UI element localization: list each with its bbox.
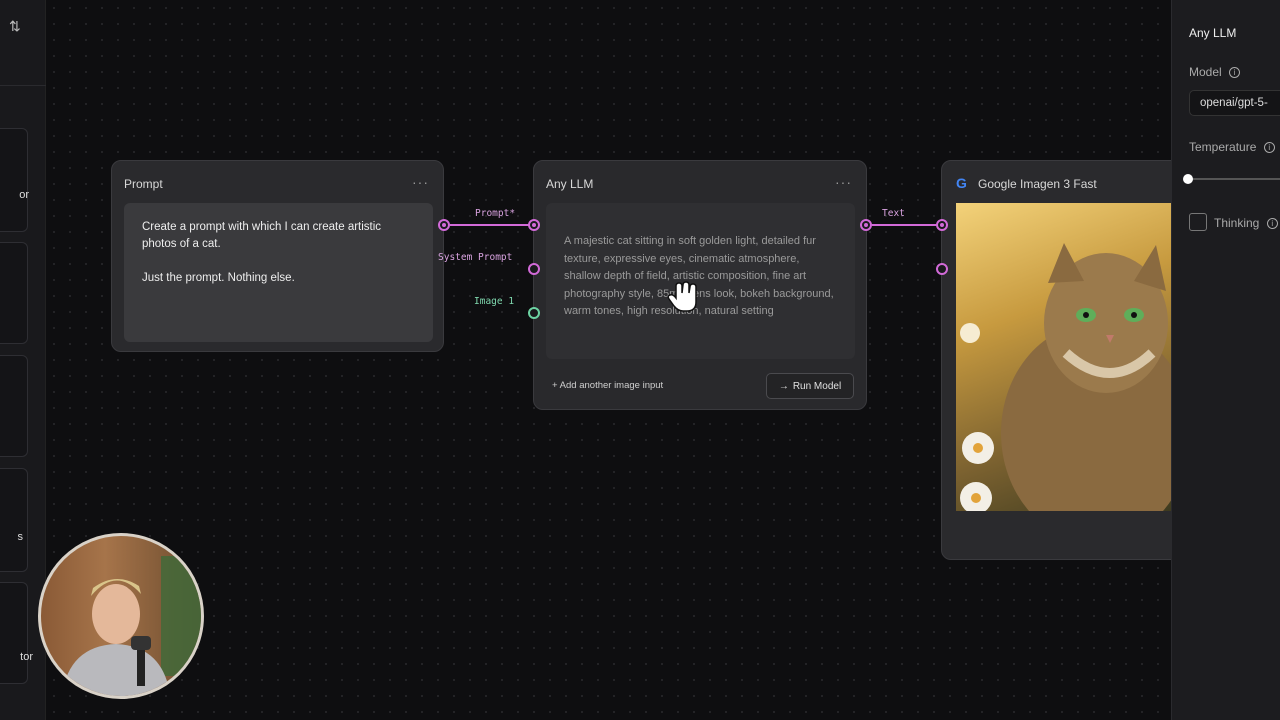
image-input-port[interactable]: [528, 307, 540, 319]
temperature-label-text: Temperature: [1189, 140, 1257, 154]
sort-arrows-icon[interactable]: ⇅: [9, 18, 21, 35]
sidebar-card[interactable]: [0, 355, 28, 457]
run-model-button[interactable]: → Run Model: [766, 373, 854, 399]
temperature-slider-thumb[interactable]: [1183, 174, 1193, 184]
thinking-label: Thinking i: [1214, 216, 1278, 230]
webcam-overlay: [38, 533, 204, 699]
thinking-checkbox[interactable]: [1189, 213, 1207, 231]
llm-output-text: A majestic cat sitting in soft golden li…: [546, 203, 855, 359]
add-image-input-button[interactable]: + Add another image input: [552, 380, 663, 391]
image-input-port-2[interactable]: [936, 263, 948, 275]
temperature-slider-track[interactable]: [1189, 178, 1280, 180]
run-model-label: Run Model: [792, 380, 842, 392]
edge-llm-to-image: [872, 224, 938, 226]
node-title: Any LLM: [546, 177, 594, 191]
prompt-output-port[interactable]: [438, 219, 450, 231]
prompt-node[interactable]: Prompt ··· Create a prompt with which I …: [111, 160, 444, 352]
info-icon[interactable]: i: [1263, 142, 1275, 154]
arrow-right-icon: →: [778, 380, 789, 392]
system-prompt-input-port[interactable]: [528, 263, 540, 275]
imagen-node[interactable]: G Google Imagen 3 Fast: [941, 160, 1201, 560]
sidebar-divider: [0, 85, 46, 86]
generated-image: [956, 203, 1172, 511]
prompt-text-line: Create a prompt with which I can create …: [142, 221, 382, 250]
sidebar-card[interactable]: [0, 242, 28, 344]
plus-icon: +: [552, 380, 560, 391]
image-prompt-input-port[interactable]: [936, 219, 948, 231]
image-input-label: Image 1: [474, 296, 515, 307]
thinking-label-text: Thinking: [1214, 216, 1260, 230]
google-logo-icon: G: [956, 175, 967, 191]
more-options-icon[interactable]: ···: [835, 174, 852, 190]
info-icon[interactable]: i: [1229, 67, 1241, 79]
cat-image-icon: [960, 243, 1172, 511]
node-title: Google Imagen 3 Fast: [978, 177, 1097, 191]
model-label-text: Model: [1189, 65, 1222, 79]
sidebar-card-label: s: [17, 531, 24, 543]
any-llm-node[interactable]: Any LLM ··· A majestic cat sitting in so…: [533, 160, 867, 410]
node-title: Prompt: [124, 177, 163, 191]
system-prompt-input-label: System Prompt: [438, 252, 513, 263]
prompt-text-line: Just the prompt. Nothing else.: [142, 272, 295, 284]
sidebar-card-label: or: [19, 189, 29, 201]
properties-panel: Any LLM Model i openai/gpt-5- Temperatur…: [1171, 0, 1280, 720]
hand-cursor-icon: [666, 280, 700, 319]
text-output-port[interactable]: [860, 219, 872, 231]
sidebar-card[interactable]: s: [0, 468, 28, 572]
sidebar-card-label: tor: [20, 651, 33, 663]
add-image-input-label: Add another image input: [559, 380, 664, 391]
info-icon[interactable]: i: [1266, 218, 1278, 230]
prompt-textarea[interactable]: Create a prompt with which I can create …: [124, 203, 433, 342]
presenter-icon: [61, 556, 201, 696]
temperature-label: Temperature i: [1189, 140, 1275, 154]
sidebar-card[interactable]: or: [0, 128, 29, 232]
text-output-label: Text: [882, 208, 905, 219]
model-select[interactable]: openai/gpt-5-: [1189, 90, 1280, 116]
panel-title: Any LLM: [1189, 26, 1237, 40]
prompt-input-label: Prompt*: [475, 208, 516, 219]
sidebar-card[interactable]: tor: [0, 582, 33, 684]
prompt-input-port[interactable]: [528, 219, 540, 231]
edge-prompt-to-llm: [450, 224, 532, 226]
more-options-icon[interactable]: ···: [412, 174, 429, 190]
model-label: Model i: [1189, 65, 1241, 79]
